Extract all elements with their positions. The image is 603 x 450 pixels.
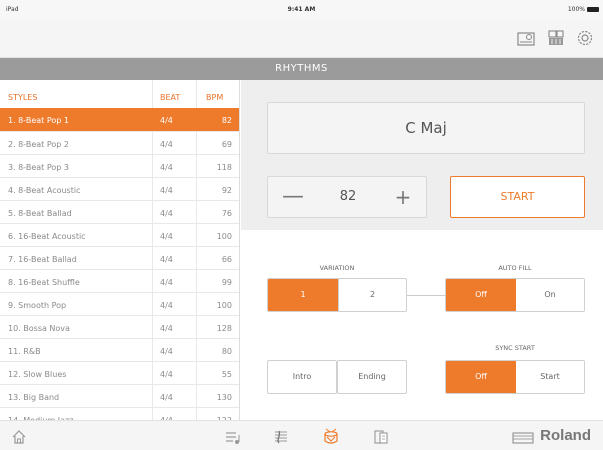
auto-fill-label: AUTO FILL bbox=[498, 264, 532, 272]
home-icon[interactable] bbox=[10, 428, 28, 446]
sync-start-option-off[interactable]: Off bbox=[446, 361, 516, 393]
style-bpm: 92 bbox=[221, 186, 232, 195]
gear-icon[interactable] bbox=[575, 28, 595, 48]
piano-icon[interactable] bbox=[516, 28, 536, 48]
style-bpm: 100 bbox=[216, 301, 232, 310]
list-item[interactable]: 12. Slow Blues 4/4 55 bbox=[0, 361, 239, 384]
ending-button[interactable]: Ending bbox=[337, 360, 407, 394]
list-item[interactable]: 5. 8-Beat Ballad 4/4 76 bbox=[0, 200, 239, 223]
style-bpm: 99 bbox=[221, 278, 232, 287]
bottom-toolbar: Roland bbox=[0, 420, 603, 450]
style-name: 3. 8-Beat Pop 3 bbox=[8, 163, 70, 172]
keyboard-logo-icon bbox=[512, 430, 534, 444]
sync-start-option-start[interactable]: Start bbox=[516, 361, 584, 393]
list-item[interactable]: 13. Big Band 4/4 130 bbox=[0, 384, 239, 407]
variation-label: VARIATION bbox=[319, 264, 355, 272]
key-display[interactable]: C Maj bbox=[267, 102, 585, 154]
tempo-decrease-button[interactable]: — bbox=[280, 183, 306, 211]
styles-list: STYLES BEAT BPM 1. 8-Beat Pop 1 4/4 82 2. 8… bbox=[0, 80, 240, 420]
style-name: 9. Smooth Pop bbox=[8, 301, 67, 310]
controls-lower: VARIATION 1 2 AUTO FILL Off On Intro End… bbox=[241, 230, 603, 420]
status-time: 9:41 AM bbox=[287, 6, 316, 13]
style-beat: 4/4 bbox=[160, 324, 173, 333]
auto-fill-option-on[interactable]: On bbox=[516, 279, 584, 311]
style-beat: 4/4 bbox=[160, 278, 173, 287]
style-bpm: 66 bbox=[221, 255, 232, 264]
style-name: 11. R&B bbox=[8, 347, 41, 356]
score-icon[interactable] bbox=[272, 428, 290, 446]
style-name: 1. 8-Beat Pop 1 bbox=[8, 116, 70, 125]
style-beat: 4/4 bbox=[160, 232, 173, 241]
tempo-value: 82 bbox=[339, 189, 357, 204]
style-beat: 4/4 bbox=[160, 209, 173, 218]
style-beat: 4/4 bbox=[160, 255, 173, 264]
controls-panel: C Maj — 82 + START VARIATION 1 2 AUTO FI… bbox=[241, 80, 603, 420]
variation-option-1[interactable]: 1 bbox=[268, 279, 338, 311]
style-name: 4. 8-Beat Acoustic bbox=[8, 186, 81, 195]
style-bpm: 69 bbox=[221, 140, 232, 149]
song-icon[interactable] bbox=[372, 428, 390, 446]
style-bpm: 100 bbox=[216, 232, 232, 241]
style-name: 6. 16-Beat Acoustic bbox=[8, 232, 86, 241]
style-bpm: 130 bbox=[216, 393, 232, 402]
style-name: 2. 8-Beat Pop 2 bbox=[8, 140, 70, 149]
list-item[interactable]: 8. 16-Beat Shuffle 4/4 99 bbox=[0, 269, 239, 292]
sync-start-label: SYNC START bbox=[495, 344, 535, 352]
grid-icon[interactable] bbox=[546, 28, 566, 48]
column-header-bpm: BPM bbox=[206, 93, 224, 102]
style-beat: 4/4 bbox=[160, 347, 173, 356]
status-bar: iPad 9:41 AM 100% bbox=[0, 0, 603, 20]
style-beat: 4/4 bbox=[160, 116, 173, 125]
tempo-increase-button[interactable]: + bbox=[390, 183, 416, 211]
auto-fill-option-off[interactable]: Off bbox=[446, 279, 516, 311]
connector-line bbox=[407, 295, 445, 296]
style-bpm: 76 bbox=[221, 209, 232, 218]
style-beat: 4/4 bbox=[160, 301, 173, 310]
variation-option-2[interactable]: 2 bbox=[338, 279, 406, 311]
section-title: RHYTHMS bbox=[0, 58, 603, 80]
style-name: 7. 16-Beat Ballad bbox=[8, 255, 77, 264]
tempo-control: — 82 + bbox=[267, 176, 427, 218]
column-header-styles: STYLES bbox=[8, 93, 38, 102]
style-name: 8. 16-Beat Shuffle bbox=[8, 278, 80, 287]
start-button[interactable]: START bbox=[450, 176, 585, 218]
drum-icon[interactable] bbox=[322, 428, 340, 446]
list-item[interactable]: 7. 16-Beat Ballad 4/4 66 bbox=[0, 246, 239, 269]
style-name: 5. 8-Beat Ballad bbox=[8, 209, 72, 218]
style-beat: 4/4 bbox=[160, 140, 173, 149]
column-header-beat: BEAT bbox=[160, 93, 181, 102]
list-item[interactable]: 14. Medium Jazz4/4122 bbox=[0, 407, 239, 420]
list-item[interactable]: 4. 8-Beat Acoustic 4/4 92 bbox=[0, 177, 239, 200]
style-beat: 4/4 bbox=[160, 370, 173, 379]
style-beat: 4/4 bbox=[160, 163, 173, 172]
list-item[interactable]: 2. 8-Beat Pop 2 4/4 69 bbox=[0, 131, 239, 154]
auto-fill-toggle: Off On bbox=[445, 278, 585, 312]
list-item[interactable]: 3. 8-Beat Pop 3 4/4 118 bbox=[0, 154, 239, 177]
style-beat: 4/4 bbox=[160, 186, 173, 195]
style-bpm: 128 bbox=[216, 324, 232, 333]
controls-upper: C Maj — 82 + START bbox=[241, 80, 603, 230]
variation-toggle: 1 2 bbox=[267, 278, 407, 312]
list-item[interactable]: 6. 16-Beat Acoustic 4/4 100 bbox=[0, 223, 239, 246]
style-name: 10. Bossa Nova bbox=[8, 324, 70, 333]
list-header: STYLES BEAT BPM bbox=[0, 80, 239, 108]
style-bpm: 80 bbox=[221, 347, 232, 356]
battery-icon bbox=[587, 7, 599, 12]
playlist-icon[interactable] bbox=[224, 428, 242, 446]
battery-percent: 100% bbox=[567, 6, 585, 13]
style-bpm: 118 bbox=[216, 163, 232, 172]
list-item[interactable]: 9. Smooth Pop 4/4 100 bbox=[0, 292, 239, 315]
sync-start-toggle: Off Start bbox=[445, 360, 585, 394]
style-beat: 4/4 bbox=[160, 393, 173, 402]
intro-button[interactable]: Intro bbox=[267, 360, 337, 394]
style-name: 13. Big Band bbox=[8, 393, 60, 402]
style-name: 12. Slow Blues bbox=[8, 370, 67, 379]
list-item[interactable]: 10. Bossa Nova 4/4 128 bbox=[0, 315, 239, 338]
top-toolbar bbox=[0, 20, 603, 58]
brand-logo: Roland bbox=[540, 427, 591, 444]
list-item[interactable]: 11. R&B 4/4 80 bbox=[0, 338, 239, 361]
list-item[interactable]: 1. 8-Beat Pop 1 4/4 82 bbox=[0, 108, 239, 131]
style-bpm: 82 bbox=[221, 116, 232, 125]
style-bpm: 55 bbox=[221, 370, 232, 379]
